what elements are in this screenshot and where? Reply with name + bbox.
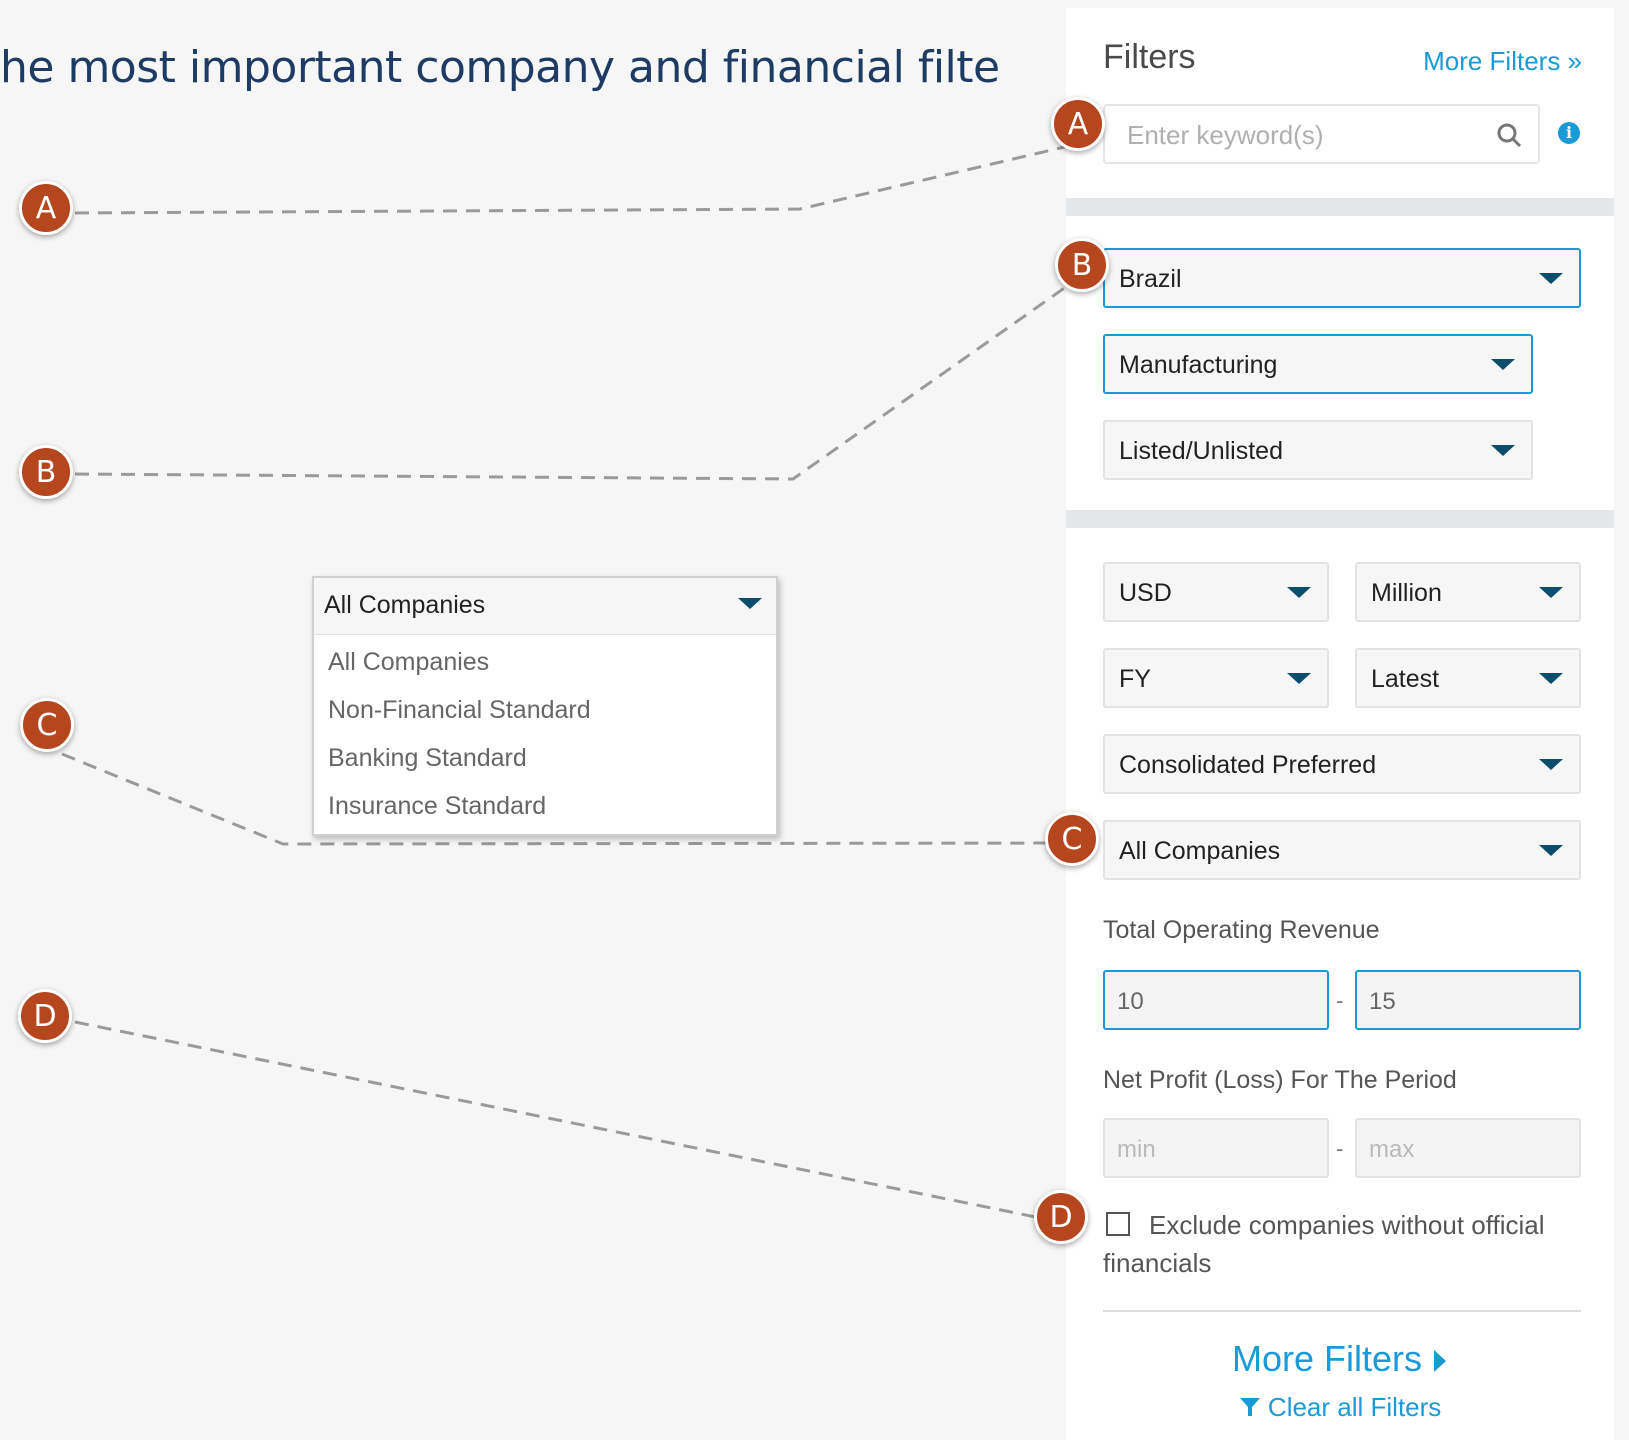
- caret-right-icon: [1434, 1350, 1447, 1373]
- more-filters-label: More Filters: [1231, 1338, 1422, 1379]
- currency-dropdown[interactable]: USD: [1103, 562, 1329, 622]
- listing-dropdown[interactable]: Listed/Unlisted: [1103, 420, 1533, 480]
- range-separator: -: [1336, 1136, 1344, 1161]
- dropdown-option[interactable]: Insurance Standard: [328, 792, 546, 821]
- currency-value: USD: [1119, 579, 1172, 607]
- revenue-max-field: [1355, 970, 1581, 1030]
- filters-title: Filters: [1103, 38, 1196, 76]
- units-value: Million: [1371, 579, 1442, 607]
- callout-marker-d: D: [18, 989, 72, 1043]
- company-type-dropdown[interactable]: All Companies: [1103, 820, 1581, 880]
- caret-down-icon: [1539, 845, 1563, 856]
- clear-all-filters-label: Clear all Filters: [1267, 1392, 1442, 1422]
- industry-value: Manufacturing: [1119, 351, 1278, 379]
- net-profit-label: Net Profit (Loss) For The Period: [1103, 1066, 1457, 1094]
- country-value: Brazil: [1119, 265, 1182, 293]
- accounts-value: Consolidated Preferred: [1119, 751, 1377, 779]
- period-type-value: FY: [1119, 665, 1151, 693]
- keyword-search-box: [1103, 104, 1540, 164]
- section-divider: [1066, 510, 1614, 528]
- period-value: Latest: [1371, 665, 1440, 693]
- revenue-min-input[interactable]: [1115, 984, 1299, 1020]
- company-type-dropdown-expanded: All Companies All Companies Non-Financia…: [312, 576, 778, 836]
- caret-down-icon: [1287, 587, 1311, 598]
- callout-marker-b: B: [19, 445, 73, 499]
- callout-marker-a: A: [19, 181, 73, 235]
- callout-marker-a: A: [1051, 97, 1105, 151]
- net-profit-max-field: [1355, 1118, 1581, 1178]
- period-type-dropdown[interactable]: FY: [1103, 648, 1329, 708]
- caret-down-icon: [738, 598, 762, 609]
- net-profit-min-input[interactable]: [1115, 1132, 1299, 1168]
- caret-down-icon: [1539, 587, 1563, 598]
- accounts-dropdown[interactable]: Consolidated Preferred: [1103, 734, 1581, 794]
- revenue-max-input[interactable]: [1367, 984, 1551, 1020]
- company-type-selected: All Companies: [324, 591, 486, 619]
- range-separator: -: [1336, 988, 1344, 1013]
- section-divider: [1066, 198, 1614, 216]
- exclude-companies-label: Exclude companies without official finan…: [1103, 1210, 1545, 1278]
- exclude-companies-checkbox[interactable]: [1106, 1212, 1130, 1236]
- divider-line: [1103, 1310, 1581, 1312]
- company-type-dropdown-header[interactable]: All Companies: [314, 578, 776, 635]
- connector-line-a: [74, 139, 1091, 215]
- caret-down-icon: [1539, 673, 1563, 684]
- caret-down-icon: [1539, 273, 1563, 284]
- units-dropdown[interactable]: Million: [1355, 562, 1581, 622]
- callout-marker-b: B: [1055, 238, 1109, 292]
- period-dropdown[interactable]: Latest: [1355, 648, 1581, 708]
- dropdown-option[interactable]: Non-Financial Standard: [328, 696, 591, 725]
- listing-value: Listed/Unlisted: [1119, 437, 1283, 465]
- keyword-search-input[interactable]: [1125, 116, 1489, 154]
- connector-line-d: [74, 1020, 1071, 1226]
- net-profit-max-input[interactable]: [1367, 1132, 1551, 1168]
- filters-panel: Filters More Filters » i Brazil Manufact…: [1066, 8, 1614, 1440]
- net-profit-min-field: [1103, 1118, 1329, 1178]
- clear-all-filters-link[interactable]: Clear all Filters: [1066, 1392, 1614, 1423]
- dropdown-option[interactable]: All Companies: [328, 648, 489, 677]
- caret-down-icon: [1491, 359, 1515, 370]
- funnel-icon: [1239, 1398, 1260, 1416]
- info-icon[interactable]: i: [1558, 122, 1580, 144]
- caret-down-icon: [1287, 673, 1311, 684]
- more-filters-link-top[interactable]: More Filters »: [1423, 46, 1582, 77]
- industry-dropdown[interactable]: Manufacturing: [1103, 334, 1533, 394]
- connector-line-b: [74, 268, 1091, 481]
- callout-marker-c: C: [20, 698, 74, 752]
- company-type-value: All Companies: [1119, 837, 1281, 865]
- country-dropdown[interactable]: Brazil: [1103, 248, 1581, 308]
- dropdown-option[interactable]: Banking Standard: [328, 744, 527, 773]
- more-filters-button[interactable]: More Filters: [1066, 1338, 1614, 1380]
- search-icon[interactable]: [1496, 122, 1522, 153]
- caret-down-icon: [1491, 445, 1515, 456]
- revenue-min-field: [1103, 970, 1329, 1030]
- revenue-label: Total Operating Revenue: [1103, 916, 1380, 944]
- callout-marker-c: C: [1045, 812, 1099, 866]
- caret-down-icon: [1539, 759, 1563, 770]
- callout-marker-d: D: [1034, 1190, 1088, 1244]
